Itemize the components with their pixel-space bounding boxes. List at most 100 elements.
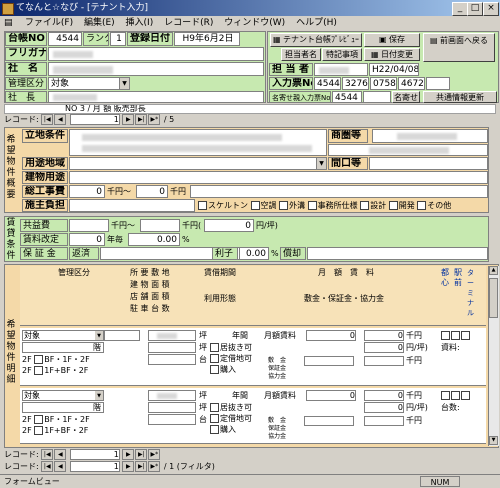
shogo-field[interactable]: [328, 144, 488, 156]
row2-kanri-select[interactable]: 対象 ▼: [22, 390, 104, 401]
new-record-icon[interactable]: ▶*: [148, 114, 161, 125]
check-other[interactable]: [417, 201, 427, 210]
nyuryoku-field-4[interactable]: 4672: [398, 77, 425, 90]
meiyose-button[interactable]: 名寄せ: [392, 91, 420, 103]
row2-tsubo-rate[interactable]: 0: [364, 402, 404, 413]
menu-window[interactable]: ウィンドウ(W): [220, 16, 289, 30]
main-record-number[interactable]: 1: [69, 461, 120, 472]
vertical-scrollbar[interactable]: ▲ ▼: [488, 266, 499, 446]
row1-tsubo-rate[interactable]: 0: [364, 342, 404, 353]
furigana-field[interactable]: [48, 47, 264, 61]
row2-floor-check-2[interactable]: [34, 426, 44, 435]
sokoji-to-field[interactable]: 0: [136, 185, 168, 198]
row1-floor-field[interactable]: 階: [22, 342, 104, 353]
shokyaku-field[interactable]: [307, 247, 488, 260]
row1-chinryo-from[interactable]: 0: [306, 330, 356, 341]
tanto-field[interactable]: [314, 63, 368, 76]
sokoji-from-field[interactable]: 0: [69, 185, 105, 198]
meiyose-extra-field[interactable]: [363, 91, 391, 103]
menu-edit[interactable]: 編集(E): [80, 16, 119, 30]
row2-area-field-2[interactable]: [148, 402, 196, 413]
check-sekkei[interactable]: [360, 201, 370, 210]
kaitei-year-field[interactable]: 0: [69, 233, 105, 246]
last-record-icon[interactable]: ▶|: [135, 114, 148, 125]
check-gaiko[interactable]: [279, 201, 289, 210]
kanri-select[interactable]: 対象 ▼: [48, 77, 130, 90]
next-record-icon[interactable]: ▶: [122, 114, 135, 125]
dropdown-arrow-icon[interactable]: ▼: [95, 391, 103, 400]
row1-hosho-field[interactable]: [364, 356, 404, 366]
menu-insert[interactable]: 挿入(I): [122, 16, 158, 30]
first-record-icon[interactable]: |◀: [41, 114, 54, 125]
row2-area-field-3[interactable]: [148, 414, 196, 425]
back-button[interactable]: ▤ 前画面へ戻る: [423, 33, 495, 62]
row2-check-terminal[interactable]: [461, 391, 470, 400]
row2-check-teishaku-box[interactable]: [210, 414, 219, 423]
save-button[interactable]: ▣ 保存: [364, 33, 420, 47]
rank-field[interactable]: 1: [110, 32, 126, 46]
tatemono-field[interactable]: [69, 171, 488, 184]
row2-check-eki[interactable]: [451, 391, 460, 400]
row1-area-field-1[interactable]: [148, 330, 196, 341]
sokoji-note-field[interactable]: [190, 185, 488, 198]
next-record-icon[interactable]: ▶: [122, 461, 135, 472]
meiyose-field[interactable]: 4544: [332, 91, 362, 103]
new-record-icon[interactable]: ▶*: [148, 461, 161, 472]
row2-chinryo-to[interactable]: 0: [364, 390, 404, 401]
kyotsu-update-button[interactable]: 共通情報更新: [423, 91, 497, 103]
ritchi-field[interactable]: [69, 129, 327, 156]
dropdown-arrow-icon[interactable]: ▼: [95, 331, 103, 340]
row2-floor-check-1[interactable]: [34, 415, 44, 424]
scroll-thumb[interactable]: [489, 278, 498, 318]
nyuryoku-field-3[interactable]: 0758: [370, 77, 397, 90]
tanto-date-field[interactable]: H22/04/08: [369, 63, 419, 76]
menu-help[interactable]: ヘルプ(H): [292, 16, 341, 30]
kyoeki-from-field[interactable]: [69, 219, 109, 232]
prev-record-icon[interactable]: ◀: [54, 449, 67, 460]
kyoeki-to-field[interactable]: [140, 219, 180, 232]
menu-record[interactable]: レコード(R): [160, 16, 217, 30]
prev-record-icon[interactable]: ◀: [54, 114, 67, 125]
row1-floor-check-1[interactable]: [34, 355, 44, 364]
row2-floor-field[interactable]: 階: [22, 402, 104, 413]
shacho-field[interactable]: [48, 91, 264, 103]
maximize-button[interactable]: □: [467, 2, 483, 16]
inner-record-number[interactable]: 1: [69, 449, 120, 460]
first-record-icon[interactable]: |◀: [41, 449, 54, 460]
row1-kanri-select[interactable]: 対象 ▼: [22, 330, 104, 341]
row2-hosho-field[interactable]: [364, 416, 404, 426]
last-record-icon[interactable]: ▶|: [135, 461, 148, 472]
row1-chinryo-to[interactable]: 0: [364, 330, 404, 341]
scroll-up-icon[interactable]: ▲: [489, 266, 498, 275]
row1-check-toko[interactable]: [441, 331, 450, 340]
nyuryoku-field-2[interactable]: 3276: [342, 77, 369, 90]
check-skeleton[interactable]: [198, 201, 207, 210]
seko-field[interactable]: [69, 199, 195, 212]
first-record-icon[interactable]: |◀: [41, 461, 54, 472]
dropdown-arrow-icon[interactable]: ▼: [316, 158, 326, 169]
check-kaihatsu[interactable]: [388, 201, 398, 210]
row1-check-teishaku-box[interactable]: [210, 354, 219, 363]
row1-check-kounyu-box[interactable]: [210, 365, 219, 374]
menu-file[interactable]: ファイル(F): [21, 16, 77, 30]
tanto-name-button[interactable]: 担当者名: [281, 48, 321, 61]
kaitei-pct-field[interactable]: 0.00: [128, 233, 180, 246]
row1-check-terminal[interactable]: [461, 331, 470, 340]
row2-area-field-1[interactable]: [148, 390, 196, 401]
row1-area-field-3[interactable]: [148, 354, 196, 365]
row2-check-iniki-box[interactable]: [210, 403, 219, 412]
toroku-date-field[interactable]: H9年6月2日: [174, 32, 240, 46]
record-number-field[interactable]: 1: [69, 114, 120, 125]
last-record-icon[interactable]: ▶|: [135, 449, 148, 460]
shamei-field[interactable]: [48, 62, 264, 76]
nyuryoku-field-5[interactable]: [426, 77, 450, 90]
yoto-select[interactable]: ▼: [69, 157, 327, 170]
minimize-button[interactable]: _: [452, 2, 468, 16]
row1-check-eki[interactable]: [451, 331, 460, 340]
dropdown-arrow-icon[interactable]: ▼: [119, 78, 129, 89]
row2-chinryo-from[interactable]: 0: [306, 390, 356, 401]
check-jimusho[interactable]: [307, 201, 317, 210]
rishi-field[interactable]: 0.00: [239, 247, 269, 260]
row1-shoyo-field[interactable]: [104, 330, 140, 341]
prev-record-icon[interactable]: ◀: [54, 461, 67, 472]
